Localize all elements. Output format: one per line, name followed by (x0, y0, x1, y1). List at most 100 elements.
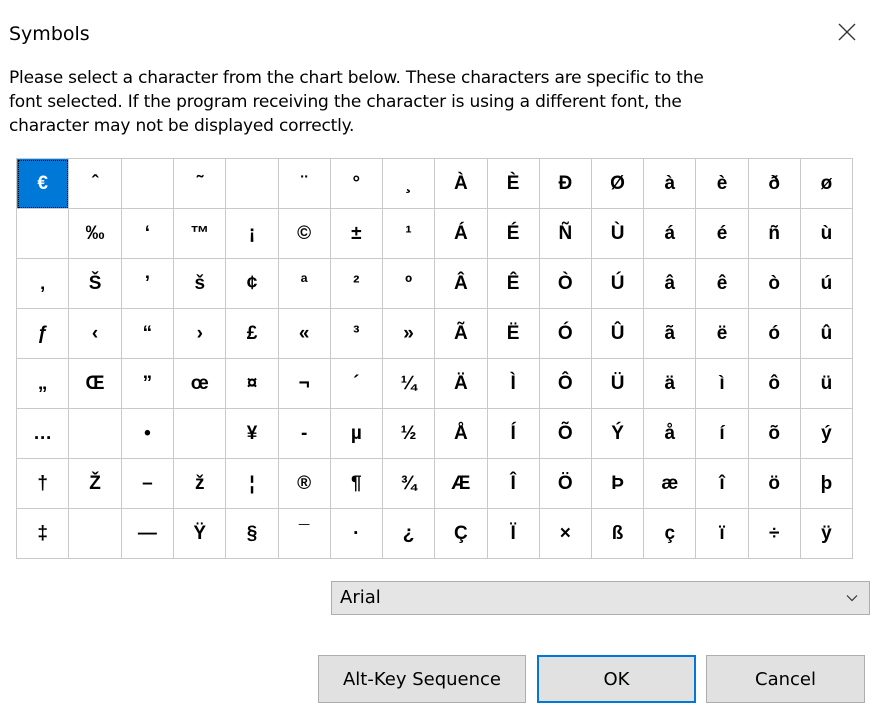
character-cell[interactable]: µ (329, 408, 383, 459)
character-cell[interactable]: ê (695, 258, 749, 309)
character-cell[interactable]: ¾ (381, 458, 436, 509)
character-cell[interactable]: » (381, 308, 436, 359)
character-cell[interactable]: ‹ (68, 308, 122, 359)
character-cell[interactable]: ³ (329, 308, 383, 359)
character-cell[interactable]: ± (329, 208, 383, 259)
character-cell[interactable]: ° (329, 158, 383, 209)
character-cell[interactable]: ï (695, 508, 749, 559)
character-cell[interactable]: œ (173, 358, 227, 409)
character-cell[interactable]: ñ (747, 208, 801, 259)
character-cell[interactable]: â (643, 258, 697, 309)
cancel-button[interactable]: Cancel (706, 655, 865, 703)
character-cell[interactable]: ¨ (277, 158, 331, 209)
character-cell[interactable]: Ó (538, 308, 592, 359)
character-cell[interactable]: § (225, 508, 279, 559)
character-cell[interactable]: … (15, 408, 70, 459)
character-cell[interactable]: û (799, 308, 854, 359)
character-cell[interactable]: Ù (590, 208, 645, 259)
character-cell[interactable]: Ë (486, 308, 540, 359)
character-cell[interactable]: ¹ (381, 208, 436, 259)
character-cell[interactable]: ú (799, 258, 854, 309)
character-cell[interactable]: ô (747, 358, 801, 409)
character-cell[interactable]: „ (15, 358, 70, 409)
character-cell[interactable] (225, 158, 279, 209)
character-cell[interactable]: á (643, 208, 697, 259)
character-cell[interactable]: ® (277, 458, 331, 509)
character-cell[interactable]: Ç (434, 508, 488, 559)
character-cell[interactable]: › (173, 308, 227, 359)
character-cell[interactable]: Ô (538, 358, 592, 409)
character-cell[interactable]: ’ (120, 258, 175, 309)
character-cell[interactable] (120, 158, 175, 209)
character-cell[interactable]: Š (68, 258, 122, 309)
character-cell[interactable]: ý (799, 408, 854, 459)
character-cell[interactable]: î (695, 458, 749, 509)
character-cell[interactable]: ´ (329, 358, 383, 409)
character-cell[interactable]: À (434, 158, 488, 209)
character-cell[interactable]: ˜ (173, 158, 227, 209)
character-cell[interactable]: š (173, 258, 227, 309)
character-cell[interactable]: å (643, 408, 697, 459)
character-cell[interactable]: € (15, 158, 70, 209)
character-cell[interactable]: ø (799, 158, 854, 209)
character-cell[interactable]: ˆ (68, 158, 122, 209)
character-cell[interactable]: Ÿ (173, 508, 227, 559)
character-cell[interactable]: Ï (486, 508, 540, 559)
character-cell[interactable]: ƒ (15, 308, 70, 359)
character-cell[interactable]: † (15, 458, 70, 509)
character-cell[interactable]: ì (695, 358, 749, 409)
character-cell[interactable]: ä (643, 358, 697, 409)
character-cell[interactable]: º (381, 258, 436, 309)
character-cell[interactable]: ‘ (120, 208, 175, 259)
character-cell[interactable] (68, 408, 122, 459)
character-cell[interactable]: ½ (381, 408, 436, 459)
character-cell[interactable]: Ì (486, 358, 540, 409)
character-cell[interactable]: Â (434, 258, 488, 309)
character-cell[interactable]: Ä (434, 358, 488, 409)
character-cell[interactable]: Ê (486, 258, 540, 309)
character-cell[interactable]: Û (590, 308, 645, 359)
character-cell[interactable]: · (329, 508, 383, 559)
character-cell[interactable]: Ž (68, 458, 122, 509)
character-cell[interactable] (68, 508, 122, 559)
character-cell[interactable]: Î (486, 458, 540, 509)
character-cell[interactable]: • (120, 408, 175, 459)
character-cell[interactable]: ë (695, 308, 749, 359)
character-cell[interactable]: Ò (538, 258, 592, 309)
character-cell[interactable]: É (486, 208, 540, 259)
character-cell[interactable]: ‡ (15, 508, 70, 559)
character-cell[interactable]: ™ (173, 208, 227, 259)
character-cell[interactable]: Ü (590, 358, 645, 409)
character-cell[interactable]: × (538, 508, 592, 559)
character-cell[interactable]: ¿ (381, 508, 436, 559)
character-cell[interactable]: ò (747, 258, 801, 309)
character-cell[interactable]: © (277, 208, 331, 259)
character-cell[interactable]: ó (747, 308, 801, 359)
character-cell[interactable]: ¡ (225, 208, 279, 259)
character-cell[interactable] (173, 408, 227, 459)
character-cell[interactable]: £ (225, 308, 279, 359)
character-cell[interactable]: þ (799, 458, 854, 509)
character-cell[interactable]: ” (120, 358, 175, 409)
character-cell[interactable]: ü (799, 358, 854, 409)
character-cell[interactable]: Ú (590, 258, 645, 309)
character-cell[interactable]: ‰ (68, 208, 122, 259)
font-dropdown[interactable]: Arial (331, 581, 870, 615)
character-cell[interactable]: ¯ (277, 508, 331, 559)
character-cell[interactable]: ¢ (225, 258, 279, 309)
character-cell[interactable]: è (695, 158, 749, 209)
character-cell[interactable]: ¥ (225, 408, 279, 459)
character-cell[interactable]: Á (434, 208, 488, 259)
ok-button[interactable]: OK (537, 655, 696, 703)
character-cell[interactable]: ¬ (277, 358, 331, 409)
character-cell[interactable]: ã (643, 308, 697, 359)
character-cell[interactable]: Æ (434, 458, 488, 509)
character-cell[interactable]: ¦ (225, 458, 279, 509)
character-cell[interactable]: Ð (538, 158, 592, 209)
character-cell[interactable]: « (277, 308, 331, 359)
character-cell[interactable]: ð (747, 158, 801, 209)
character-cell[interactable]: é (695, 208, 749, 259)
character-cell[interactable]: Ã (434, 308, 488, 359)
character-cell[interactable]: Õ (538, 408, 592, 459)
character-cell[interactable]: Ý (590, 408, 645, 459)
